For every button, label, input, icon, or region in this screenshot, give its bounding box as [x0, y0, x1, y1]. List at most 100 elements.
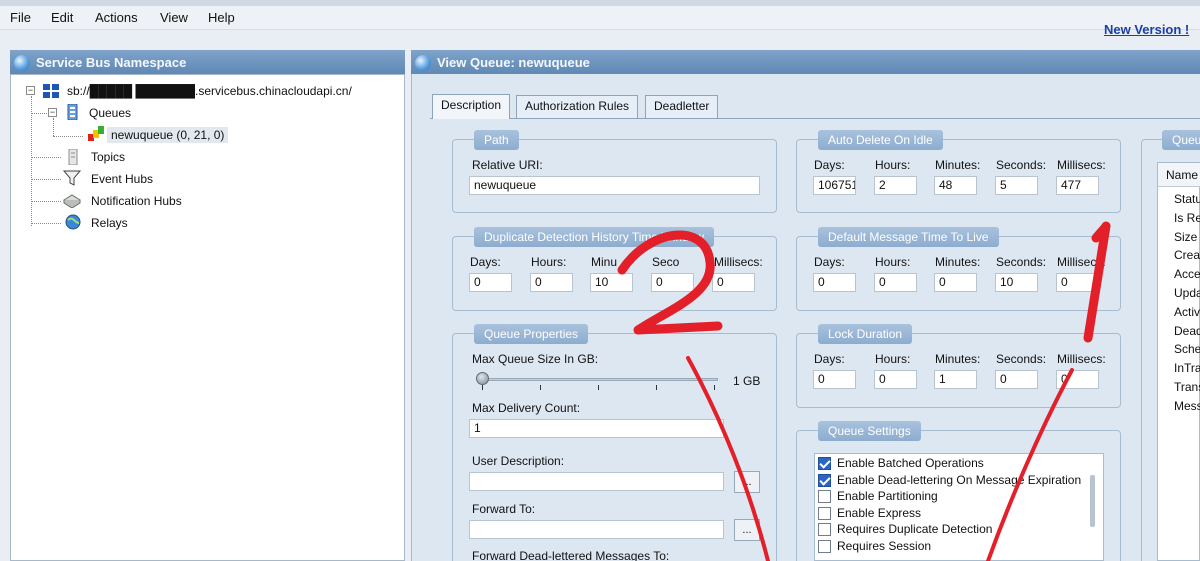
tree-item-topics[interactable]: Topics	[91, 150, 125, 164]
tree-item-relays[interactable]: Relays	[91, 216, 128, 230]
queue-info-row[interactable]: Is Re	[1174, 211, 1200, 225]
max-size-slider-track[interactable]	[480, 378, 718, 381]
queue-info-row[interactable]: Trans	[1174, 380, 1200, 394]
setting-checkbox[interactable]	[818, 506, 831, 520]
queue-info-row[interactable]: Size I	[1174, 230, 1200, 244]
max-delivery-label: Max Delivery Count:	[472, 401, 581, 415]
ad-seconds-input[interactable]: 5	[995, 176, 1038, 195]
menu-edit[interactable]: Edit	[51, 10, 73, 25]
tree-item-event-hubs[interactable]: Event Hubs	[91, 172, 153, 186]
tree-item-queues[interactable]: Queues	[89, 106, 131, 120]
queue-status-icon	[88, 126, 104, 141]
max-size-label: Max Queue Size In GB:	[472, 352, 599, 366]
tree-guide-line	[31, 96, 32, 226]
ttl-minutes-input[interactable]: 0	[934, 273, 977, 292]
namespace-tree	[10, 74, 405, 561]
lock-seconds-input[interactable]: 0	[995, 370, 1038, 389]
queue-properties-title: Queue Properties	[474, 324, 589, 344]
ad-millisecs-input[interactable]: 477	[1056, 176, 1099, 195]
menu-help[interactable]: Help	[208, 10, 235, 25]
ttl-days-input[interactable]: 0	[813, 273, 856, 292]
ttl-millisecs-input[interactable]: 0	[1056, 273, 1099, 292]
queue-folder-icon	[67, 104, 78, 120]
lock-hours-input[interactable]: 0	[874, 370, 917, 389]
setting-checkbox[interactable]	[818, 473, 831, 487]
tree-guide-line	[53, 136, 83, 137]
ad-minutes-input[interactable]: 48	[934, 176, 977, 195]
globe-icon	[14, 55, 30, 71]
queue-info-row[interactable]: Creat	[1174, 248, 1200, 262]
forward-to-browse-button[interactable]: ...	[734, 519, 760, 541]
queue-settings-scrollbar[interactable]	[1090, 475, 1095, 527]
slider-tick	[714, 385, 715, 390]
menu-view[interactable]: View	[160, 10, 188, 25]
duplicate-detection-title: Duplicate Detection History Time Window	[474, 227, 715, 247]
max-size-slider-thumb[interactable]	[476, 372, 489, 385]
dup-hours-label: Hours:	[531, 255, 567, 269]
setting-checkbox[interactable]	[818, 457, 831, 470]
menu-actions[interactable]: Actions	[95, 10, 138, 25]
setting-label: Enable Dead-lettering On Message Expirat…	[837, 472, 1082, 487]
namespace-panel-header: Service Bus Namespace	[10, 50, 405, 76]
dup-minutes-input[interactable]: 10	[590, 273, 633, 292]
tab-authorization-rules[interactable]: Authorization Rules	[516, 95, 639, 118]
tree-guide-line	[31, 157, 61, 158]
setting-checkbox[interactable]	[818, 490, 831, 504]
dup-hours-input[interactable]: 0	[530, 273, 573, 292]
tree-root-namespace[interactable]: sb://█████ ███████.servicebus.chinacloud…	[67, 84, 352, 98]
tree-item-newuqueue[interactable]: newuqueue (0, 21, 0)	[107, 127, 229, 143]
relative-uri-input[interactable]: newuqueue	[469, 176, 760, 195]
lock-millisecs-input[interactable]: 0	[1056, 370, 1099, 389]
windows-icon	[43, 84, 59, 98]
ttl-seconds-label: Seconds:	[996, 255, 1047, 269]
ttl-seconds-input[interactable]: 10	[995, 273, 1038, 292]
user-description-input[interactable]	[469, 472, 724, 491]
collapse-root-toggle[interactable]: −	[26, 86, 35, 95]
collapse-queues-toggle[interactable]: −	[48, 108, 57, 117]
queue-info-title: Queu	[1162, 130, 1200, 150]
menu-bar: File Edit Actions View Help	[0, 6, 1200, 30]
setting-label: Requires Duplicate Detection	[837, 522, 993, 537]
notification-hubs-icon	[63, 194, 81, 208]
lock-minutes-input[interactable]: 1	[934, 370, 977, 389]
queue-info-row[interactable]: Acce	[1174, 267, 1200, 281]
setting-label: Enable Batched Operations	[837, 456, 984, 470]
dup-days-input[interactable]: 0	[469, 273, 512, 292]
menu-file[interactable]: File	[10, 10, 31, 25]
new-version-link[interactable]: New Version !	[1104, 22, 1189, 37]
setting-checkbox[interactable]	[818, 523, 831, 537]
tree-guide-line	[31, 201, 61, 202]
queue-info-row[interactable]: InTra	[1174, 361, 1200, 375]
default-ttl-title: Default Message Time To Live	[818, 227, 999, 247]
queue-settings-title: Queue Settings	[818, 421, 921, 441]
queue-info-row[interactable]: Activ	[1174, 305, 1200, 319]
ad-days-input[interactable]: 106751	[813, 176, 856, 195]
queue-info-row[interactable]: Mess	[1174, 399, 1200, 413]
lock-millisecs-label: Millisecs:	[1057, 352, 1106, 366]
user-description-browse-button[interactable]: ...	[734, 471, 760, 493]
tree-item-notification-hubs[interactable]: Notification Hubs	[91, 194, 182, 208]
setting-label: Enable Partitioning	[837, 489, 938, 504]
dup-seconds-input[interactable]: 0	[651, 273, 694, 292]
dup-minutes-label: Minu	[591, 255, 618, 269]
ttl-hours-input[interactable]: 0	[874, 273, 917, 292]
max-delivery-input[interactable]: 1	[469, 419, 724, 438]
dup-millisecs-input[interactable]: 0	[712, 273, 755, 292]
tab-strip-line	[430, 118, 1200, 119]
slider-tick	[598, 385, 599, 390]
lock-days-input[interactable]: 0	[813, 370, 856, 389]
lock-duration-title: Lock Duration	[818, 324, 913, 344]
queue-info-row[interactable]: Sche	[1174, 342, 1200, 356]
queue-info-row[interactable]: Dead	[1174, 324, 1200, 338]
auto-delete-title: Auto Delete On Idle	[818, 130, 943, 150]
view-queue-title: View Queue: newuqueue	[437, 55, 590, 70]
queue-info-column-name[interactable]: Name	[1158, 163, 1200, 187]
forward-to-input[interactable]	[469, 520, 724, 539]
setting-checkbox[interactable]	[818, 540, 831, 553]
ad-hours-input[interactable]: 2	[874, 176, 917, 195]
tab-description[interactable]: Description	[432, 94, 511, 119]
tab-deadletter[interactable]: Deadletter	[645, 95, 719, 118]
queue-info-row[interactable]: Upda	[1174, 286, 1200, 300]
tree-guide-line	[31, 223, 61, 224]
queue-info-row[interactable]: Statu	[1174, 192, 1200, 206]
